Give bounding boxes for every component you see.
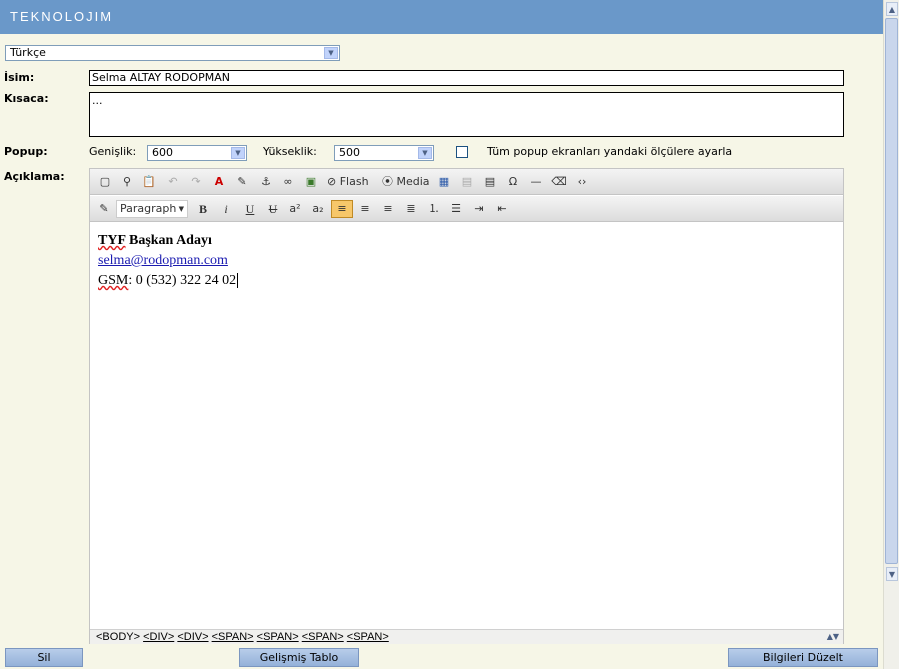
scroll-up-icon[interactable]: ▲ — [886, 2, 898, 16]
language-select-value: Türkçe — [10, 46, 46, 59]
table-icon[interactable]: ▦ — [435, 173, 453, 191]
height-label: Yükseklik: — [263, 145, 317, 158]
format-select[interactable]: Paragraph ▼ — [116, 200, 188, 218]
align-right-icon[interactable]: ≡ — [379, 200, 397, 218]
strikethrough-icon[interactable]: U — [264, 200, 282, 218]
chevron-down-icon: ▼ — [178, 205, 184, 213]
description-label: Açıklama: — [4, 170, 65, 183]
layer-icon[interactable]: ▤ — [481, 173, 499, 191]
width-select-value: 600 — [152, 146, 173, 159]
scrollbar-thumb[interactable] — [885, 18, 898, 564]
indent-icon[interactable]: ⇥ — [470, 200, 488, 218]
element-path: <BODY> <DIV> <DIV> <SPAN> <SPAN> <SPAN> … — [96, 630, 389, 644]
table-edit-icon[interactable]: ▤ — [458, 173, 476, 191]
content-line-1-word: TYF — [98, 233, 126, 248]
superscript-icon[interactable]: a² — [286, 200, 304, 218]
path-item[interactable]: <SPAN> — [257, 631, 299, 643]
style-edit-icon[interactable]: ✎ — [95, 200, 113, 218]
resize-icon[interactable]: ▲▼ — [827, 630, 839, 644]
editor-statusbar: <BODY> <DIV> <DIV> <SPAN> <SPAN> <SPAN> … — [90, 629, 843, 644]
scroll-down-icon[interactable]: ▼ — [886, 567, 898, 581]
anchor-icon[interactable]: ⚓ — [257, 173, 275, 191]
flash-button[interactable]: ⊘ Flash — [327, 173, 369, 191]
background-color-icon[interactable]: ✎ — [233, 173, 251, 191]
chevron-down-icon[interactable]: ▼ — [231, 147, 245, 159]
vertical-scrollbar[interactable]: ▲ ▼ — [883, 0, 899, 669]
name-input[interactable]: Selma ALTAY RODOPMAN — [89, 70, 844, 86]
update-info-button[interactable]: Bilgileri Düzelt — [728, 648, 878, 667]
path-item[interactable]: <SPAN> — [347, 631, 389, 643]
media-label: Media — [396, 175, 430, 188]
format-select-value: Paragraph — [120, 202, 177, 215]
underline-icon[interactable]: U — [241, 200, 259, 218]
path-item[interactable]: <DIV> — [177, 631, 208, 643]
width-label: Genişlik: — [89, 145, 137, 158]
chevron-down-icon[interactable]: ▼ — [418, 147, 432, 159]
height-select-value: 500 — [339, 146, 360, 159]
popup-label: Popup: — [4, 145, 48, 158]
text-color-icon[interactable]: A — [210, 173, 228, 191]
subscript-icon[interactable]: a₂ — [309, 200, 327, 218]
app-header: TEKNOLOJIM — [0, 0, 883, 34]
height-select[interactable]: 500 ▼ — [334, 145, 434, 161]
name-label: İsim: — [4, 71, 35, 84]
resize-all-checkbox[interactable] — [456, 146, 468, 158]
media-button[interactable]: ⦿ Media — [382, 173, 430, 191]
italic-icon[interactable]: i — [217, 200, 235, 218]
advanced-table-button[interactable]: Gelişmiş Tablo — [239, 648, 359, 667]
align-center-icon[interactable]: ≡ — [356, 200, 374, 218]
paste-icon[interactable]: 📋 — [140, 173, 158, 191]
link-icon[interactable]: ∞ — [279, 173, 297, 191]
app-logo: TEKNOLOJIM — [10, 9, 114, 24]
content-email-text: selma@rodopman.com — [98, 253, 228, 268]
editor-toolbar-2: ✎ Paragraph ▼ B i U U a² a₂ ≡ ≡ ≡ ≣ ⒈ ☰ … — [90, 196, 843, 222]
outdent-icon[interactable]: ⇤ — [493, 200, 511, 218]
image-icon[interactable]: ▣ — [302, 173, 320, 191]
ordered-list-icon[interactable]: ⒈ — [425, 200, 443, 218]
path-item[interactable]: <DIV> — [143, 631, 174, 643]
chevron-down-icon[interactable]: ▼ — [324, 47, 338, 59]
special-char-icon[interactable]: Ω — [504, 173, 522, 191]
rich-text-editor[interactable]: ▢ ⚲ 📋 ↶ ↷ A ✎ ⚓ ∞ ▣ ⊘ Flash ⦿ Media ▦ ▤ … — [89, 168, 844, 644]
path-item[interactable]: <SPAN> — [302, 631, 344, 643]
editor-toolbar-1: ▢ ⚲ 📋 ↶ ↷ A ✎ ⚓ ∞ ▣ ⊘ Flash ⦿ Media ▦ ▤ … — [90, 169, 843, 195]
language-select[interactable]: Türkçe ▼ — [5, 45, 340, 61]
find-icon[interactable]: ⚲ — [118, 173, 136, 191]
undo-icon[interactable]: ↶ — [164, 173, 182, 191]
eraser-icon[interactable]: ⌫ — [550, 173, 568, 191]
summary-label: Kısaca: — [4, 92, 49, 105]
content-line-1: TYF Başkan Adayı — [98, 231, 238, 251]
content-gsm-value: : 0 (532) 322 24 02 — [128, 273, 237, 288]
content-email-link[interactable]: selma@rodopman.com — [98, 251, 238, 271]
unordered-list-icon[interactable]: ☰ — [447, 200, 465, 218]
align-justify-icon[interactable]: ≣ — [402, 200, 420, 218]
new-document-icon[interactable]: ▢ — [96, 173, 114, 191]
content-line-1-rest: Başkan Adayı — [125, 233, 212, 248]
name-input-value: Selma ALTAY RODOPMAN — [92, 71, 230, 84]
text-cursor — [237, 273, 239, 288]
delete-button[interactable]: Sil — [5, 648, 83, 667]
summary-textarea[interactable]: ... — [89, 92, 844, 137]
width-select[interactable]: 600 ▼ — [147, 145, 247, 161]
redo-icon[interactable]: ↷ — [187, 173, 205, 191]
summary-textarea-value: ... — [92, 94, 103, 107]
resize-all-label: Tüm popup ekranları yandaki ölçülere aya… — [487, 145, 733, 158]
bold-icon[interactable]: B — [194, 200, 212, 218]
source-code-icon[interactable]: ‹› — [573, 173, 591, 191]
horizontal-rule-icon[interactable]: — — [527, 173, 545, 191]
path-item[interactable]: <SPAN> — [212, 631, 254, 643]
editor-content[interactable]: TYF Başkan Adayı selma@rodopman.com GSM:… — [98, 231, 239, 291]
align-left-icon[interactable]: ≡ — [331, 200, 353, 218]
content-gsm-label: GSM — [98, 273, 129, 288]
flash-label: Flash — [339, 175, 369, 188]
content-line-3: GSM: 0 (532) 322 24 02 — [98, 271, 239, 291]
path-item[interactable]: <BODY> — [96, 631, 140, 643]
